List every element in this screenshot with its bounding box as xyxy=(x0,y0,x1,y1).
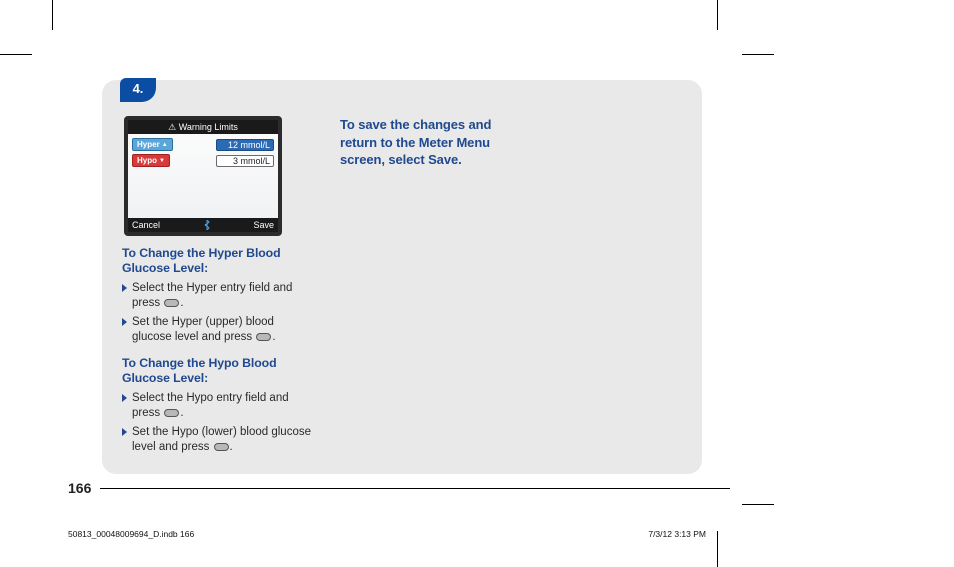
crop-mark xyxy=(717,0,718,30)
list-item: Set the Hypo (lower) blood glucose level… xyxy=(122,425,312,456)
list-item: Set the Hyper (upper) blood glucose leve… xyxy=(122,315,312,346)
bullet-icon xyxy=(122,394,127,402)
crop-mark xyxy=(742,504,774,505)
button-icon xyxy=(256,333,271,341)
device-title: ⚠ Warning Limits xyxy=(128,120,278,134)
hyper-heading: To Change the Hyper Blood Glucose Level: xyxy=(122,246,312,277)
step-text: Select the Hypo entry field and press xyxy=(132,392,289,420)
device-cancel-label: Cancel xyxy=(132,220,160,230)
step-text: . xyxy=(230,441,233,453)
crop-mark xyxy=(742,54,774,55)
hypo-steps: Select the Hypo entry field and press . … xyxy=(122,391,312,456)
manual-page: 4. ⚠ Warning Limits Hyper ▲ 12 mmol/L xyxy=(0,0,954,567)
caret-up-icon: ▲ xyxy=(162,142,168,148)
hypo-tag: Hypo ▼ xyxy=(132,154,170,167)
bullet-icon xyxy=(122,428,127,436)
device-save-label: Save xyxy=(253,220,274,230)
crop-mark xyxy=(0,54,32,55)
instruction-panel: 4. ⚠ Warning Limits Hyper ▲ 12 mmol/L xyxy=(102,80,702,474)
hypo-value: 3 mmol/L xyxy=(216,155,274,167)
device-row-hyper: Hyper ▲ 12 mmol/L xyxy=(132,138,274,151)
button-icon xyxy=(214,443,229,451)
step-text: . xyxy=(180,407,183,419)
left-column: ⚠ Warning Limits Hyper ▲ 12 mmol/L Hypo xyxy=(122,116,312,459)
caret-down-icon: ▼ xyxy=(159,158,165,164)
button-icon xyxy=(164,299,179,307)
step-text: . xyxy=(272,331,275,343)
crop-mark xyxy=(717,531,718,567)
button-icon xyxy=(164,409,179,417)
timestamp-footer: 7/3/12 3:13 PM xyxy=(648,529,706,539)
device-footer: Cancel Save xyxy=(128,218,278,232)
hyper-tag: Hyper ▲ xyxy=(132,138,173,151)
page-number: 166 xyxy=(68,480,91,496)
step-text: Select the Hyper entry field and press xyxy=(132,282,292,310)
device-screenshot: ⚠ Warning Limits Hyper ▲ 12 mmol/L Hypo xyxy=(124,116,282,236)
step-text: Set the Hyper (upper) blood glucose leve… xyxy=(132,316,274,344)
list-item: Select the Hypo entry field and press . xyxy=(122,391,312,422)
imprint-footer: 50813_00048009694_D.indb 166 xyxy=(68,529,194,539)
save-instruction: To save the changes and return to the Me… xyxy=(340,116,530,169)
list-item: Select the Hyper entry field and press . xyxy=(122,281,312,312)
bluetooth-icon xyxy=(204,220,210,230)
hyper-steps: Select the Hyper entry field and press .… xyxy=(122,281,312,346)
device-row-hypo: Hypo ▼ 3 mmol/L xyxy=(132,154,274,167)
hypo-tag-label: Hypo xyxy=(137,156,157,165)
hyper-tag-label: Hyper xyxy=(137,140,160,149)
right-column: To save the changes and return to the Me… xyxy=(340,116,530,459)
hyper-value: 12 mmol/L xyxy=(216,139,274,151)
step-text: . xyxy=(180,297,183,309)
device-body: Hyper ▲ 12 mmol/L Hypo ▼ 3 mmol/L xyxy=(128,134,278,218)
hypo-heading: To Change the Hypo Blood Glucose Level: xyxy=(122,356,312,387)
crop-mark xyxy=(52,0,53,30)
step-number-tab: 4. xyxy=(120,78,156,102)
bullet-icon xyxy=(122,284,127,292)
bullet-icon xyxy=(122,318,127,326)
